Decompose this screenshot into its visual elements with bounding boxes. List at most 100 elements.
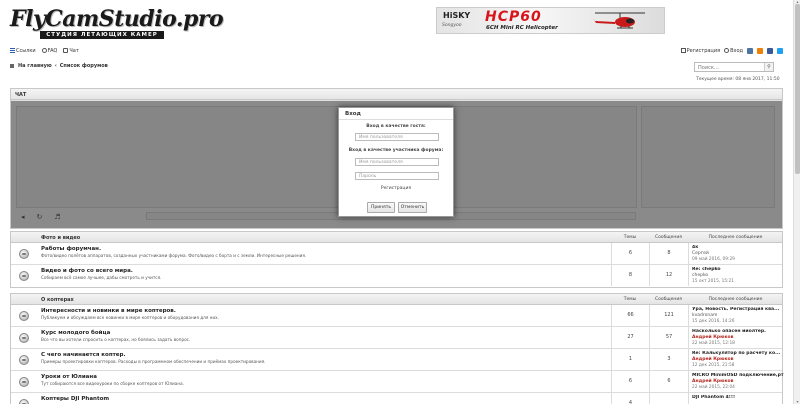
- help-icon: [41, 48, 47, 53]
- twitter-icon[interactable]: [777, 48, 783, 54]
- odnoklassniki-icon[interactable]: [757, 48, 763, 54]
- banner-brand: HiSKY: [443, 11, 471, 20]
- chat-controls: ◂ ↻ ♬: [21, 213, 61, 221]
- facebook-icon[interactable]: [767, 48, 773, 54]
- forum-title[interactable]: Коптеры DJI Phantom: [41, 396, 109, 402]
- nav-faq[interactable]: FAQ: [41, 48, 57, 54]
- register-label: Регистрация: [686, 48, 721, 54]
- last-post-title[interactable]: DJI Phantom 4!!!: [692, 395, 784, 400]
- scrollbar-thumb[interactable]: [795, 4, 800, 174]
- col-topics: Темы: [623, 297, 637, 302]
- chat-users[interactable]: [641, 106, 775, 208]
- forum-posts: 6: [649, 371, 688, 392]
- site-logo[interactable]: FlyCamStudio.pro СТУДИЯ ЛЕТАЮЩИХ КАМЕР: [10, 6, 224, 44]
- password-placeholder: Пароль: [359, 174, 377, 179]
- forum-title[interactable]: Интересности и новинки в мире коптеров.: [41, 308, 176, 314]
- forum-posts: 8: [649, 243, 688, 264]
- nav-chat[interactable]: Чат: [63, 48, 79, 54]
- page-scrollbar[interactable]: ▴ ▾: [793, 0, 800, 404]
- forum-title[interactable]: С чего начинается коптер.: [41, 352, 126, 358]
- search-placeholder: Поиск…: [698, 65, 719, 71]
- col-posts: Сообщения: [654, 235, 682, 240]
- password-input[interactable]: Пароль: [355, 172, 439, 180]
- forum-posts: 57: [649, 327, 688, 348]
- login-dialog: Вход Вход в качестве гостя: Имя пользова…: [338, 107, 454, 217]
- forum-last-post: Ура, Новость. Регистрация ква... kvadron…: [688, 305, 783, 326]
- vk-icon[interactable]: [747, 48, 753, 54]
- forum-read-icon: [19, 399, 29, 404]
- forum-title[interactable]: Работы форумчан.: [41, 246, 101, 252]
- last-post-author[interactable]: Андрей Крюков: [692, 357, 734, 362]
- chat-messages[interactable]: [16, 106, 637, 208]
- accept-button[interactable]: Принять: [367, 202, 395, 213]
- list-icon: [10, 48, 15, 53]
- guest-name-input[interactable]: Имя пользователя: [355, 133, 439, 141]
- dialog-header: Вход: [339, 108, 453, 120]
- category-title[interactable]: Фото и видео: [41, 235, 80, 241]
- forum-last-post: 4к Сергей 09 май 2016, 09:29: [688, 243, 783, 264]
- last-post-date: 22 май 2015, 22:04: [692, 385, 735, 390]
- top-nav: Ссылки FAQ Чат Регистрация Вход: [10, 48, 783, 56]
- breadcrumb-home[interactable]: На главную: [18, 63, 52, 69]
- forum-last-post: Re: chepko chepko 15 окт 2015, 15:21: [688, 265, 783, 286]
- register-link[interactable]: Регистрация: [680, 48, 721, 54]
- forum-desc: Публикуем и обсуждаем все новинки в мире…: [41, 315, 219, 320]
- forum-read-icon: [19, 355, 29, 365]
- cancel-button[interactable]: Отменить: [398, 202, 427, 213]
- forum-row: Видео и фото со всего мира. Собираем всё…: [11, 265, 782, 287]
- forum-desc: Собираем всё самое лучшее, дабы смотреть…: [41, 275, 162, 280]
- refresh-icon[interactable]: ↻: [37, 213, 43, 221]
- forum-desc: Примеры проектировки коптеров. Расходы в…: [41, 359, 266, 364]
- login-link[interactable]: Вход: [724, 48, 743, 54]
- forum-row: Курс молодого бойца Все что вы хотели сп…: [11, 327, 782, 349]
- last-post-date: 09 май 2016, 09:29: [692, 257, 735, 262]
- forum-topics: 8: [611, 265, 649, 286]
- forum-title[interactable]: Уроки от Юлиана: [41, 374, 97, 380]
- col-topics: Темы: [623, 235, 637, 240]
- last-post-title[interactable]: MICRO MinimOSD подключение,рт...: [692, 373, 784, 378]
- nav-chat-label: Чат: [69, 48, 79, 54]
- last-post-title[interactable]: Re: chepko: [692, 267, 784, 272]
- last-post-title[interactable]: Ура, Новость. Регистрация ква...: [692, 307, 784, 312]
- scroll-down-icon[interactable]: ▾: [795, 400, 800, 404]
- forum-page: FlyCamStudio.pro СТУДИЯ ЛЕТАЮЩИХ КАМЕР H…: [0, 0, 793, 404]
- guest-name-placeholder: Имя пользователя: [359, 135, 403, 140]
- forum-title[interactable]: Видео и фото со всего мира.: [41, 268, 133, 274]
- last-post-author[interactable]: Андрей Крюков: [692, 379, 734, 384]
- chat-title: ЧАТ: [15, 92, 27, 98]
- username-input[interactable]: Имя пользователя: [355, 158, 439, 166]
- volume-icon[interactable]: ♬: [54, 213, 60, 221]
- last-post-author[interactable]: Сергей: [692, 251, 709, 256]
- col-posts: Сообщения: [654, 297, 682, 302]
- last-post-author[interactable]: Андрей Крюков: [692, 335, 734, 340]
- category-title[interactable]: О коптерах: [41, 297, 74, 303]
- forum-read-icon: [19, 377, 29, 387]
- forum-desc: Тут собираются все видеоуроки по сборке …: [41, 381, 184, 386]
- home-icon: [10, 64, 14, 68]
- breadcrumb-current[interactable]: Список форумов: [60, 63, 108, 69]
- forum-last-post: Re: Калькулятор по расчёту ко... Андрей …: [688, 349, 783, 370]
- last-post-author[interactable]: chepko: [692, 273, 708, 278]
- forum-desc: Фото/видео полётов аппаратов, созданных …: [41, 253, 307, 258]
- forum-posts: 12: [649, 265, 688, 286]
- nav-links[interactable]: Ссылки: [10, 48, 36, 54]
- guest-label: Вход в качестве гостя:: [366, 124, 426, 129]
- breadcrumb: На главную ‹ Список форумов: [10, 63, 108, 69]
- member-label: Вход в качестве участника форума:: [348, 148, 444, 153]
- forum-topics: 27: [611, 327, 649, 348]
- last-post-title[interactable]: 4к: [692, 245, 784, 250]
- last-post-title[interactable]: Re: Калькулятор по расчёту ко...: [692, 351, 784, 356]
- banner-desc: 6CH Mini RC Helicopter: [486, 25, 558, 31]
- ad-banner[interactable]: HiSKY Songyoo HCP60 6CH Mini RC Helicopt…: [436, 7, 665, 34]
- last-post-author[interactable]: kvadronam: [692, 313, 717, 318]
- forum-row: С чего начинается коптер. Примеры проект…: [11, 349, 782, 371]
- last-post-title[interactable]: Насколько опасен ииолтер.: [692, 329, 784, 334]
- forum-topics: 66: [611, 305, 649, 326]
- nav-links-label: Ссылки: [16, 48, 36, 54]
- forum-row: Коптеры DJI Phantom 4 DJI Phantom 4!!!: [11, 393, 782, 404]
- search-input[interactable]: Поиск… ⚲: [694, 62, 774, 72]
- dialog-register-link[interactable]: Регистрация: [339, 186, 453, 191]
- forum-title[interactable]: Курс молодого бойца: [41, 330, 110, 336]
- sound-icon[interactable]: ◂: [21, 213, 25, 221]
- search-button[interactable]: ⚲: [764, 63, 773, 71]
